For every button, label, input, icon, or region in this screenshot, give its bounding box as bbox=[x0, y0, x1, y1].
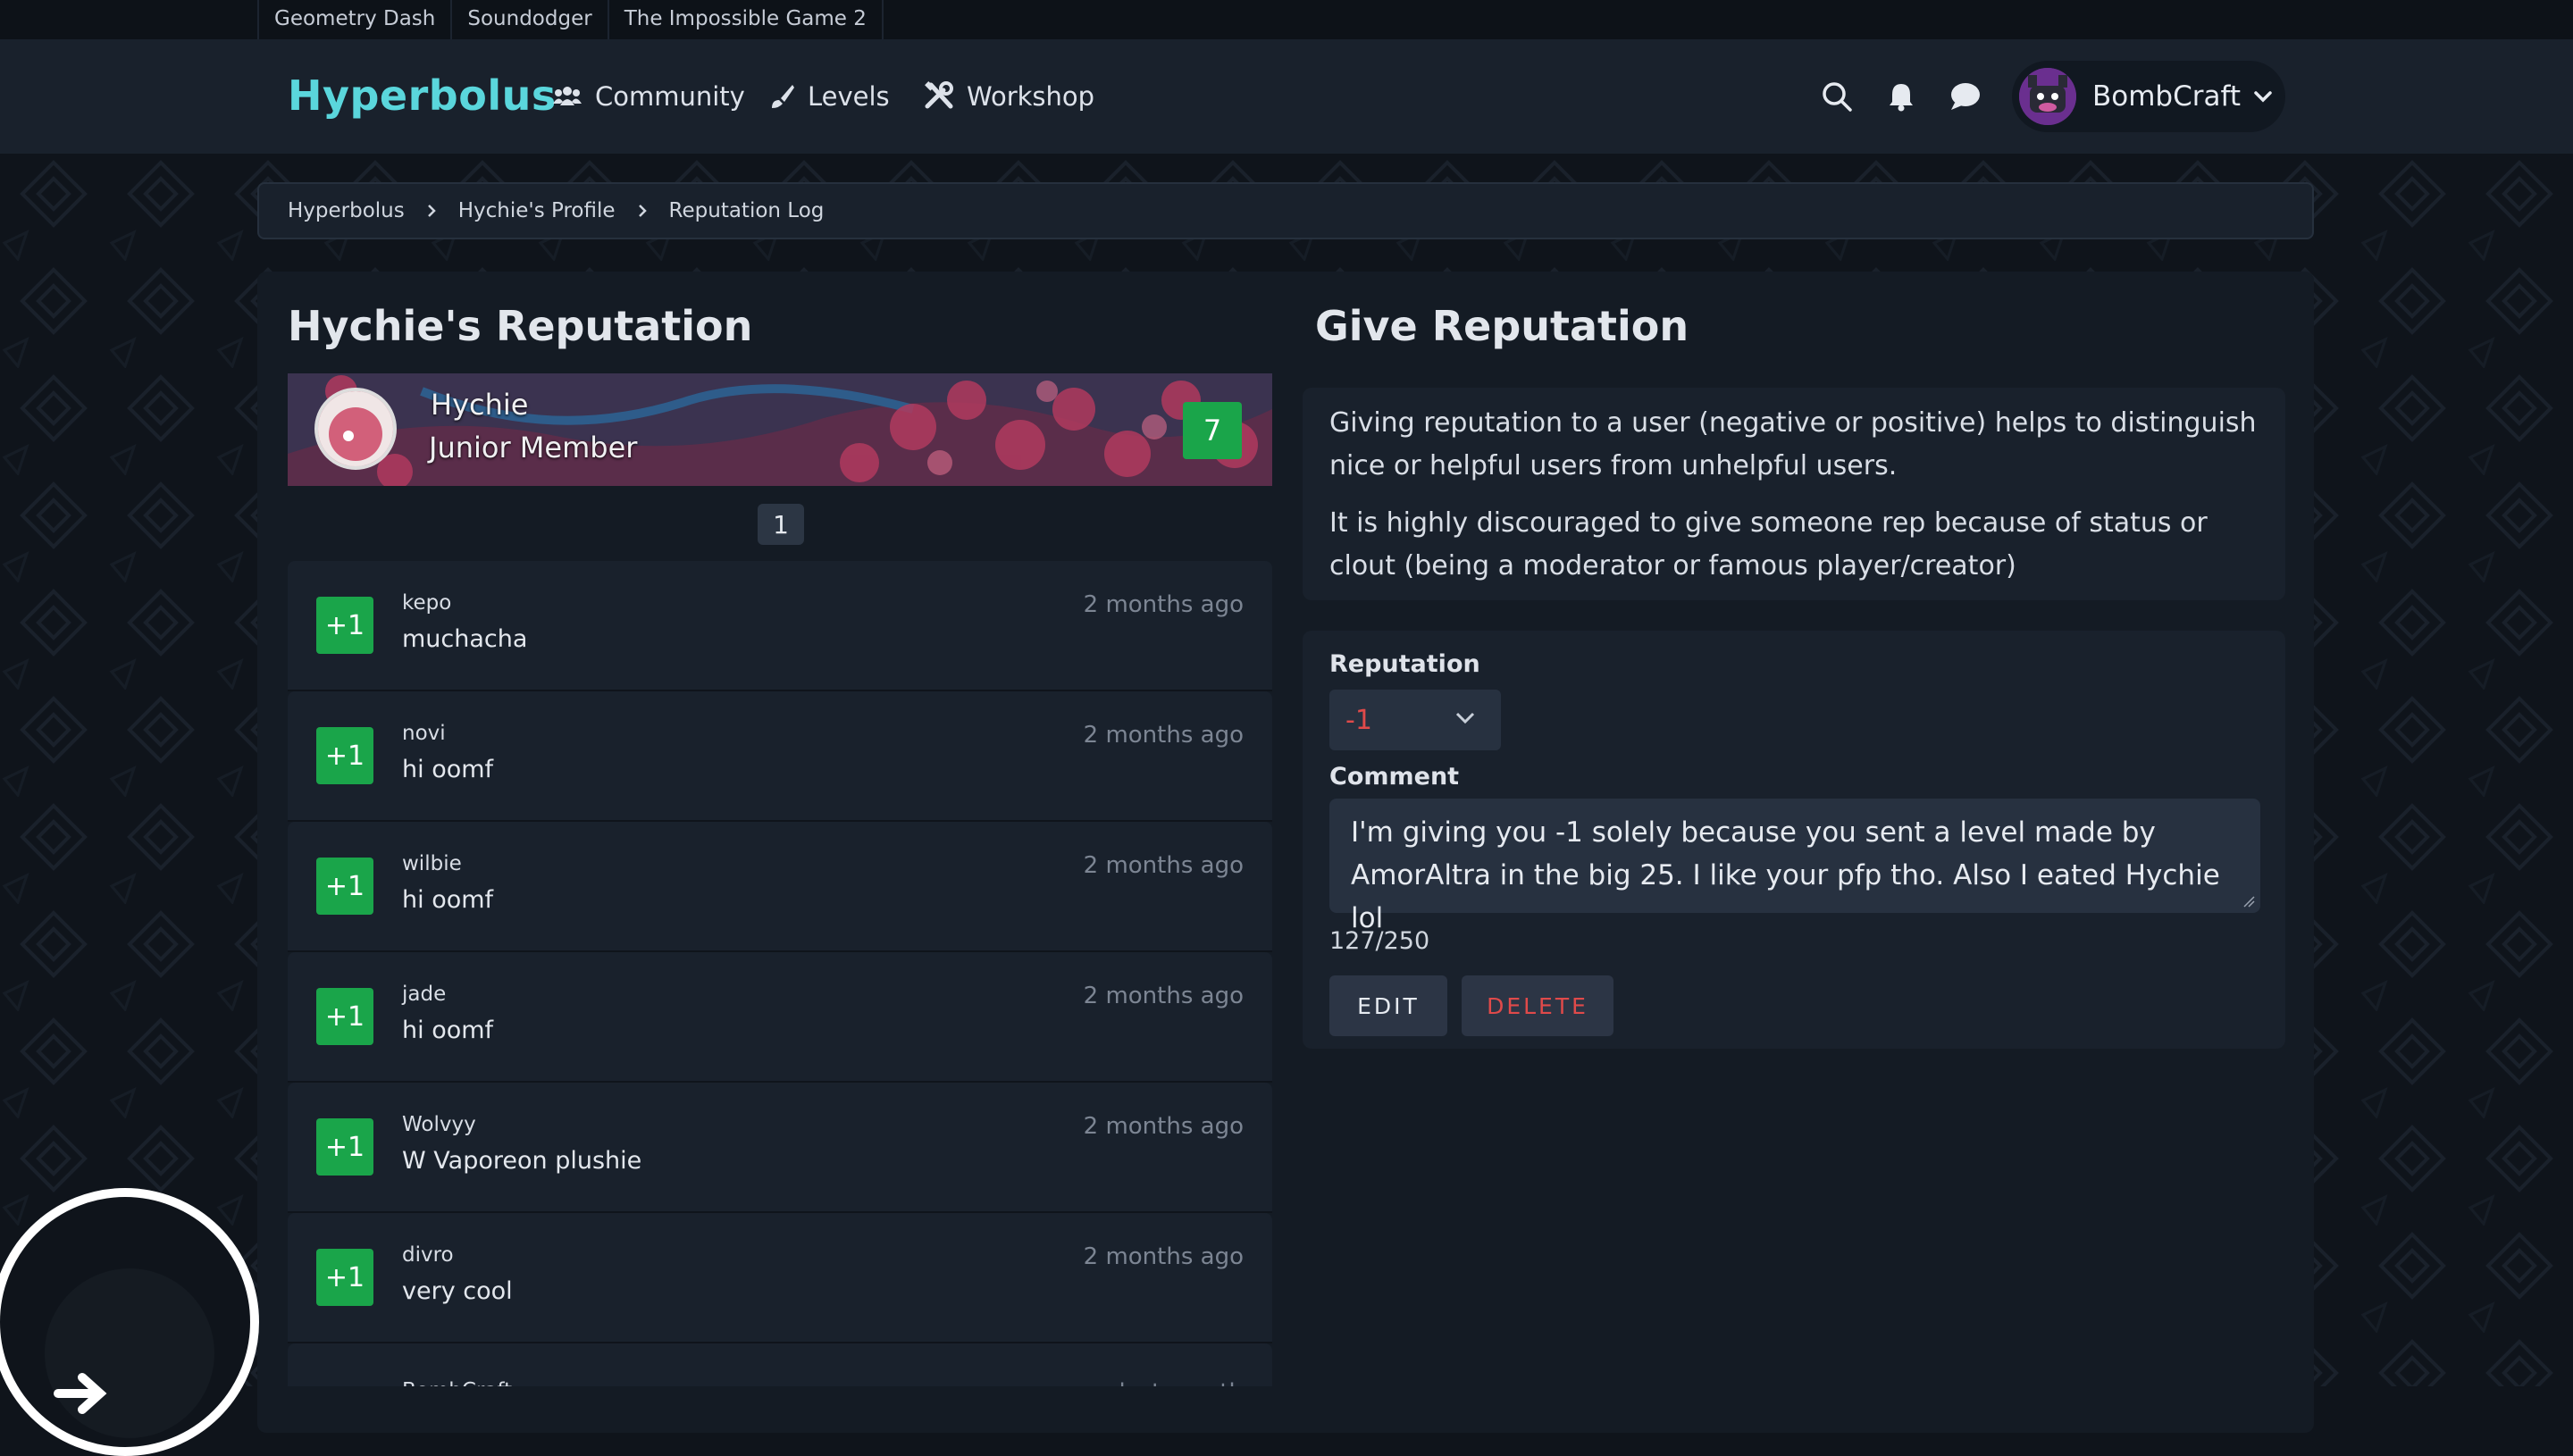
info-paragraph-2: It is highly discouraged to give someone… bbox=[1329, 507, 2208, 582]
comment-text: I'm giving you -1 solely because you sen… bbox=[1351, 816, 2220, 934]
nav-levels-label: Levels bbox=[808, 81, 890, 112]
rep-value-badge: +1 bbox=[316, 727, 373, 784]
brush-icon bbox=[772, 85, 794, 108]
rep-comment: hi oomf bbox=[402, 886, 494, 914]
rep-time: 2 months ago bbox=[1083, 591, 1244, 618]
arrow-right-icon bbox=[54, 1373, 107, 1414]
bell-icon[interactable] bbox=[1883, 79, 1919, 114]
breadcrumb: Hyperbolus Hychie's Profile Reputation L… bbox=[257, 182, 2314, 239]
username: BombCraft bbox=[2092, 80, 2242, 113]
rep-username[interactable]: Wolvyy bbox=[402, 1113, 476, 1136]
list-item: +1 Wolvyy W Vaporeon plushie 2 months ag… bbox=[288, 1083, 1272, 1213]
rep-username[interactable]: kepo bbox=[402, 591, 451, 615]
chevron-right-icon bbox=[637, 203, 648, 219]
reputation-select[interactable]: -1 bbox=[1329, 690, 1501, 750]
top-game-strip: Geometry Dash Soundodger The Impossible … bbox=[0, 0, 2573, 39]
breadcrumb-current: Reputation Log bbox=[668, 199, 825, 222]
rep-username[interactable]: novi bbox=[402, 722, 446, 745]
reputation-select-value: -1 bbox=[1345, 704, 1372, 736]
list-item: +1 divro very cool 2 months ago bbox=[288, 1213, 1272, 1343]
rep-time: 2 months ago bbox=[1083, 983, 1244, 1009]
nav-workshop[interactable]: Workshop bbox=[924, 39, 1094, 154]
comment-textarea[interactable]: I'm giving you -1 solely because you sen… bbox=[1329, 799, 2260, 934]
floating-cursor-overlay[interactable] bbox=[0, 1188, 259, 1456]
rep-value-badge: +1 bbox=[316, 597, 373, 654]
give-reputation-title: Give Reputation bbox=[1315, 302, 1689, 350]
rep-value-badge: +1 bbox=[316, 858, 373, 915]
main-navbar: Hyperbolus Community Levels Workshop Bom… bbox=[0, 39, 2573, 154]
resize-grip-icon[interactable] bbox=[2242, 895, 2255, 908]
list-item: +1 jade hi oomf 2 months ago bbox=[288, 952, 1272, 1083]
delete-button[interactable]: DELETE bbox=[1462, 975, 1613, 1036]
top-link-impossible-game-2[interactable]: The Impossible Game 2 bbox=[609, 0, 884, 39]
reputation-label: Reputation bbox=[1329, 650, 1480, 678]
nav-community-label: Community bbox=[595, 81, 745, 112]
reputation-list: +1 kepo muchacha 2 months ago +1 novi hi… bbox=[288, 561, 1272, 1386]
breadcrumb-profile[interactable]: Hychie's Profile bbox=[458, 199, 616, 222]
rep-value-badge: +1 bbox=[316, 1118, 373, 1176]
rep-username[interactable]: jade bbox=[402, 983, 446, 1006]
rep-comment: hi oomf bbox=[402, 756, 494, 783]
search-icon[interactable] bbox=[1819, 79, 1855, 114]
reputation-form: Reputation -1 Comment I'm giving you -1 … bbox=[1303, 631, 2285, 1049]
rep-comment: W Vaporeon plushie bbox=[402, 1147, 642, 1175]
nav-workshop-label: Workshop bbox=[967, 81, 1095, 112]
rep-time: 2 months ago bbox=[1083, 1113, 1244, 1140]
profile-name: Hychie bbox=[431, 388, 529, 422]
list-item: BombCraft last month bbox=[288, 1343, 1272, 1386]
edit-button[interactable]: EDIT bbox=[1329, 975, 1447, 1036]
page-button-1[interactable]: 1 bbox=[758, 504, 804, 545]
rep-time: 2 months ago bbox=[1083, 1243, 1244, 1270]
rep-time: 2 months ago bbox=[1083, 722, 1244, 749]
nav-levels[interactable]: Levels bbox=[768, 39, 890, 154]
rep-time: 2 months ago bbox=[1083, 852, 1244, 879]
reputation-info-panel: Giving reputation to a user (negative or… bbox=[1303, 388, 2285, 600]
reputation-score-badge: 7 bbox=[1183, 402, 1242, 459]
profile-avatar bbox=[314, 388, 397, 470]
profile-role: Junior Member bbox=[429, 431, 638, 464]
avatar bbox=[2019, 68, 2076, 125]
character-counter: 127/250 bbox=[1329, 927, 1430, 955]
rep-username[interactable]: divro bbox=[402, 1243, 454, 1267]
list-item: +1 novi hi oomf 2 months ago bbox=[288, 691, 1272, 822]
chevron-down-icon bbox=[2254, 91, 2272, 103]
rep-time: last month bbox=[1119, 1379, 1244, 1386]
chevron-right-icon bbox=[426, 203, 437, 219]
rep-username[interactable]: wilbie bbox=[402, 852, 462, 875]
rep-username[interactable]: BombCraft bbox=[402, 1379, 512, 1386]
list-item: +1 wilbie hi oomf 2 months ago bbox=[288, 822, 1272, 952]
users-icon bbox=[553, 87, 582, 105]
breadcrumb-home[interactable]: Hyperbolus bbox=[288, 199, 405, 222]
top-link-soundodger[interactable]: Soundodger bbox=[452, 0, 609, 39]
user-menu[interactable]: BombCraft bbox=[2012, 61, 2285, 132]
rep-value-badge: +1 bbox=[316, 988, 373, 1045]
comment-label: Comment bbox=[1329, 763, 1460, 791]
rep-value-badge: +1 bbox=[316, 1249, 373, 1306]
info-paragraph-1: Giving reputation to a user (negative or… bbox=[1329, 407, 2257, 481]
top-link-geometry-dash[interactable]: Geometry Dash bbox=[257, 0, 453, 39]
rep-comment: very cool bbox=[402, 1277, 513, 1305]
rep-comment: muchacha bbox=[402, 625, 528, 653]
profile-banner[interactable]: Hychie Junior Member 7 bbox=[288, 373, 1272, 486]
rep-comment: hi oomf bbox=[402, 1017, 494, 1044]
chat-bubble-icon[interactable] bbox=[1948, 79, 1983, 114]
nav-community[interactable]: Community bbox=[552, 39, 745, 154]
reputation-title: Hychie's Reputation bbox=[288, 302, 753, 350]
tools-icon bbox=[925, 81, 953, 109]
site-logo[interactable]: Hyperbolus bbox=[288, 71, 557, 120]
list-item: +1 kepo muchacha 2 months ago bbox=[288, 561, 1272, 691]
chevron-down-icon bbox=[1455, 712, 1475, 724]
